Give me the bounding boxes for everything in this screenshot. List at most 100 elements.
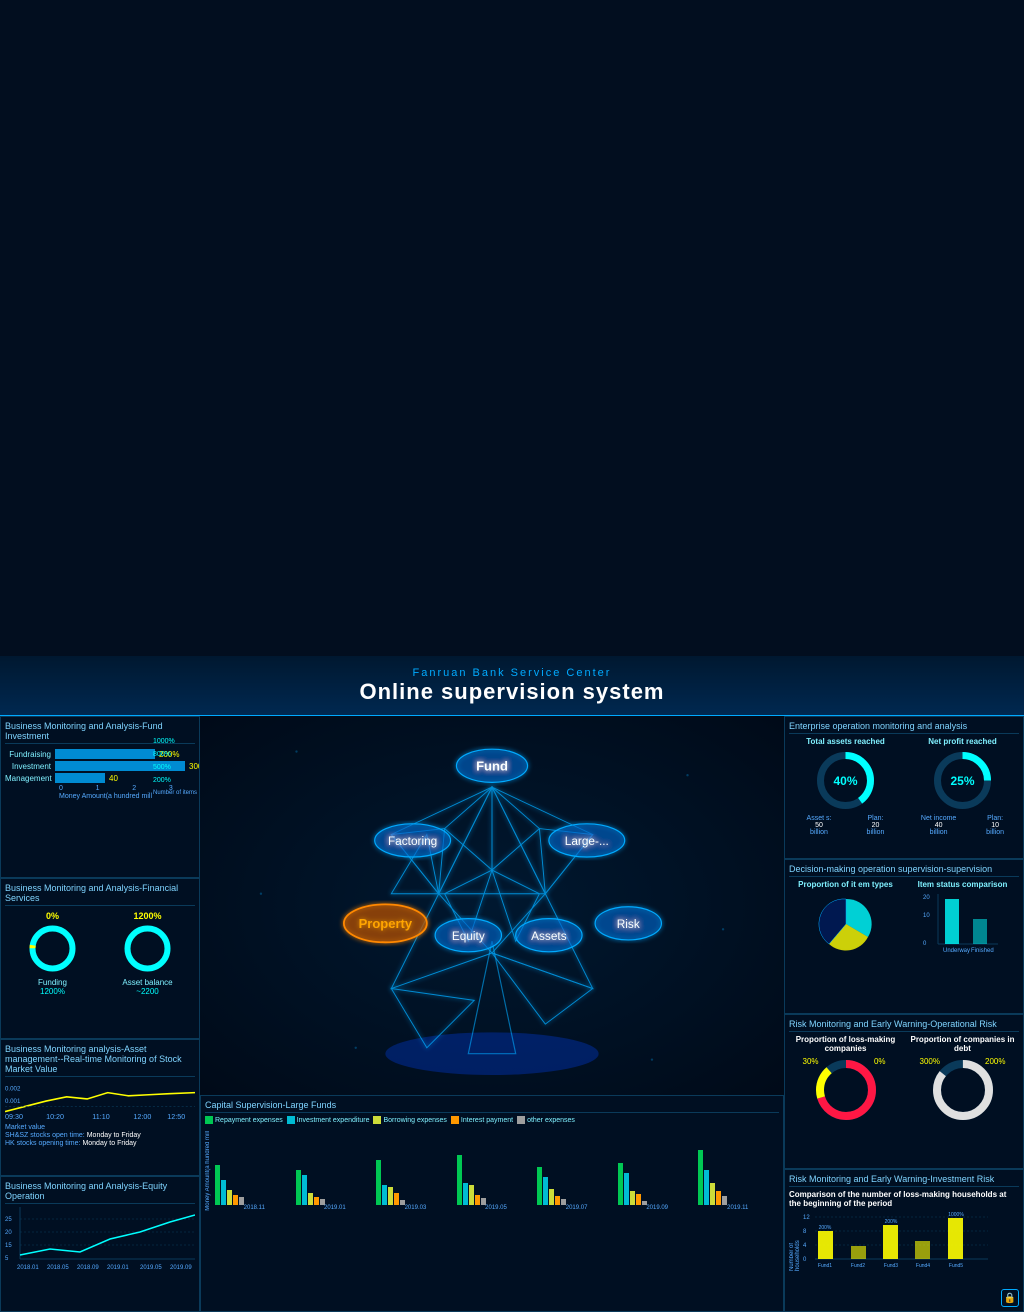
svg-text:Fund2: Fund2 [851,1263,865,1269]
header-title: Online supervision system [360,679,665,705]
bar-management [55,773,105,783]
loss-companies: Proportion of loss-making companies 30% … [789,1035,902,1128]
svg-text:Factoring: Factoring [388,834,437,848]
market-value-label: Market value [5,1124,45,1131]
net-profit-label: Net profit reached [928,737,996,746]
financial-asset-val: ~2200 [136,987,158,996]
proportion-section: Proportion of it em types [789,880,902,954]
investment-risk-main-title: Comparison of the number of loss-making … [789,1190,1019,1209]
stock-info: Market value SH&SZ stocks open time: Mon… [5,1124,195,1147]
capital-supervision-panel: Capital Supervision-Large Funds Repaymen… [200,1095,784,1312]
svg-text:Fund: Fund [476,759,508,774]
tree-svg: Fund Factoring Large-... P [200,716,784,1095]
donut-asset [120,921,175,976]
svg-text:200%: 200% [819,1225,832,1231]
total-assets: Total assets reached 40% Asset s: 50 [789,737,902,836]
svg-text:10:20: 10:20 [46,1112,64,1120]
equity-sparkline: 25 20 15 5 2018.01 2018.05 2018.09 2019.… [5,1207,195,1272]
svg-text:12: 12 [803,1215,810,1221]
enterprise-op-title: Enterprise operation monitoring and anal… [789,721,1019,734]
svg-text:15: 15 [5,1243,12,1249]
svg-text:200%: 200% [885,1219,898,1225]
investment-risk-title: Risk Monitoring and Early Warning-Invest… [789,1174,1019,1187]
operational-risk-panel: Risk Monitoring and Early Warning-Operat… [784,1014,1024,1169]
financial-asset-pct: 1200% [133,911,161,921]
svg-text:2018.09: 2018.09 [77,1265,99,1271]
net-income-stat: Net income 40 billion [921,815,956,836]
financial-funding-label: Funding [38,978,67,987]
inv-risk-y-label: Number of households [789,1211,801,1271]
financial-funding-pct2: 1200% [40,987,65,996]
svg-text:0.001: 0.001 [5,1098,21,1105]
svg-text:0: 0 [803,1257,807,1263]
operational-risk-title: Risk Monitoring and Early Warning-Operat… [789,1019,1019,1032]
svg-text:Underway: Underway [943,948,970,954]
stock-market-panel: Business Monitoring analysis-Asset manag… [0,1039,200,1175]
debt-title: Proportion of companies in debt [906,1035,1019,1053]
lock-icon: 🔒 [1001,1289,1019,1307]
net-profit-pct: 25% [950,774,974,788]
loss-title: Proportion of loss-making companies [789,1035,902,1053]
svg-text:Finished: Finished [971,948,994,954]
svg-text:Fund5: Fund5 [949,1263,963,1269]
bar-val-management: 40 [109,774,118,783]
capital-y-label: Money Amount(a hundred mill [205,1131,211,1211]
debt-companies: Proportion of companies in debt 300% 200… [906,1035,1019,1128]
header: Fanruan Bank Service Center Online super… [0,656,1024,716]
financial-services-panel: Business Monitoring and Analysis-Financi… [0,878,200,1040]
svg-text:5: 5 [5,1256,9,1262]
financial-asset-label: Asset balance [122,978,172,987]
net-plan: Plan: 10 billion [986,815,1004,836]
svg-text:12:00: 12:00 [133,1112,151,1120]
svg-text:Large-...: Large-... [565,834,609,848]
bar-label-fundraising: Fundraising [5,750,55,759]
capital-bars [213,1137,779,1205]
svg-text:Equity: Equity [452,929,485,943]
svg-text:11:10: 11:10 [92,1112,109,1120]
svg-text:10: 10 [923,913,930,919]
total-assets-label: Total assets reached [806,737,885,746]
total-assets-pct: 40% [833,774,857,788]
svg-text:2019.01: 2019.01 [107,1265,129,1271]
bar-fundraising [55,749,155,759]
svg-text:2019.05: 2019.05 [140,1265,162,1271]
enterprise-op-panel: Enterprise operation monitoring and anal… [784,716,1024,859]
svg-text:Fund4: Fund4 [916,1263,930,1269]
svg-text:1000%: 1000% [948,1212,964,1218]
svg-text:2018.01: 2018.01 [17,1265,39,1271]
svg-text:20: 20 [5,1230,12,1236]
svg-text:25: 25 [5,1217,12,1223]
status-bars: 20 10 0 Underway Finished [923,889,1003,954]
investment-risk-panel: Risk Monitoring and Early Warning-Invest… [784,1169,1024,1312]
svg-text:0.002: 0.002 [5,1086,21,1093]
fund-right-pcts: 1000% 800% 500% 200% Number of items [153,735,197,800]
capital-x-labels: 2018.11 2019.01 2019.03 2019.05 2019.07 … [213,1205,779,1211]
proportion-title: Proportion of it em types [798,880,893,889]
financial-funding-pct: 0% [46,911,59,921]
status-title: Item status comparison [918,880,1008,889]
assets-plan: Plan: 20 billion [867,815,885,836]
svg-text:2019.09: 2019.09 [170,1265,192,1271]
svg-text:20: 20 [923,895,930,901]
svg-text:Fund1: Fund1 [818,1263,832,1269]
capital-legend: Repayment expenses Investment expenditur… [205,1116,779,1124]
equity-op-panel: Business Monitoring and Analysis-Equity … [0,1176,200,1312]
svg-text:0: 0 [923,941,927,947]
tree-visualization: Fund Factoring Large-... P [200,716,784,1095]
svg-text:8: 8 [803,1229,807,1235]
loss-donut [811,1055,881,1125]
header-subtitle: Fanruan Bank Service Center [360,667,665,679]
fund-investment-panel: Business Monitoring and Analysis-Fund In… [0,716,200,878]
inv-risk-chart: 12 8 4 0 200% Fund1 [803,1211,993,1271]
capital-title: Capital Supervision-Large Funds [205,1100,779,1113]
svg-text:Assets: Assets [531,929,567,943]
donut-funding [25,921,80,976]
proportion-pie [811,889,881,954]
svg-text:Property: Property [359,916,413,931]
assets-stat: Asset s: 50 billion [807,815,832,836]
status-comparison-section: Item status comparison 20 10 0 [906,880,1019,954]
equity-op-title: Business Monitoring and Analysis-Equity … [5,1181,195,1204]
decision-making-panel: Decision-making operation supervision-su… [784,859,1024,1014]
decision-making-title: Decision-making operation supervision-su… [789,864,1019,877]
svg-text:12:50: 12:50 [167,1112,185,1120]
